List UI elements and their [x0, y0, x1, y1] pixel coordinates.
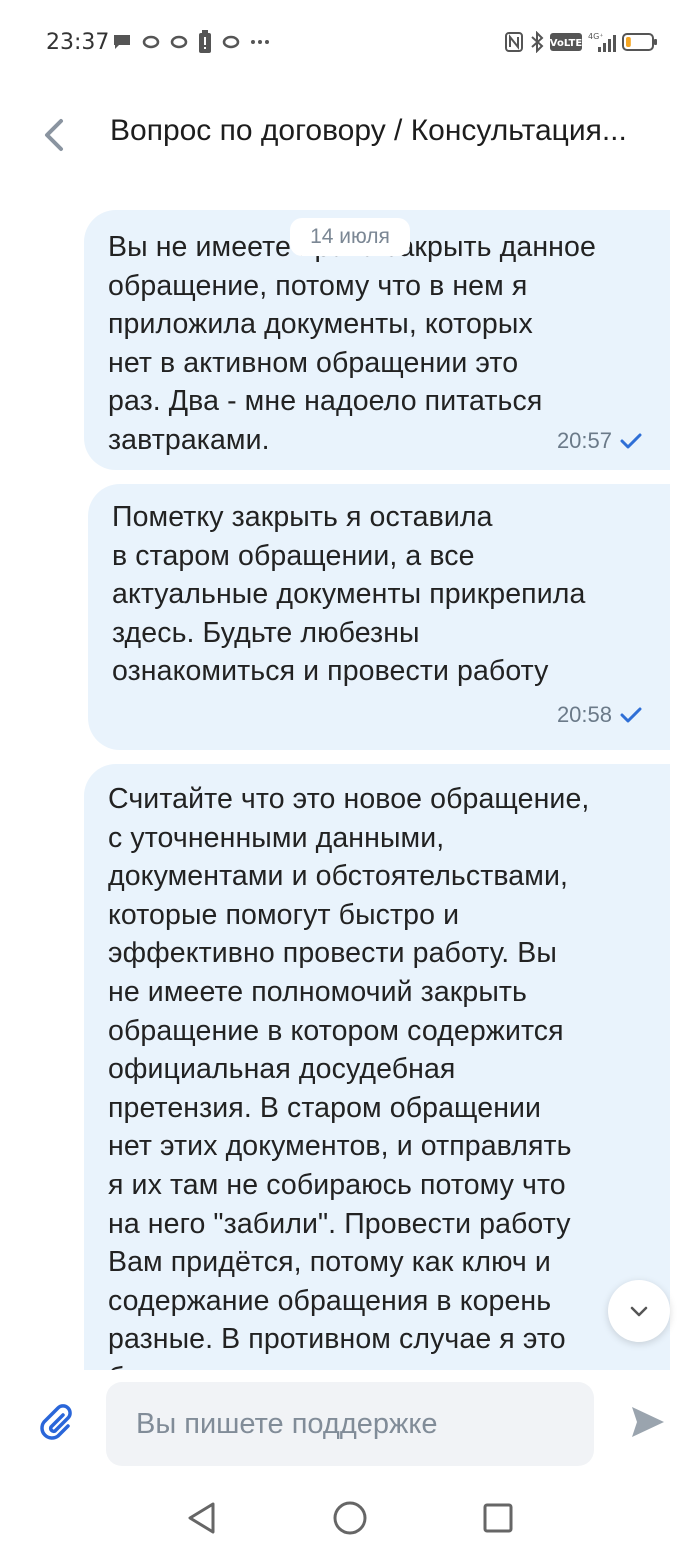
- message-line: претензия. В старом обращении: [108, 1091, 542, 1124]
- message-line: нет в активном обращении это: [108, 346, 519, 379]
- more-dots-icon: [250, 39, 270, 45]
- message-line: содержание обращения в корень: [108, 1284, 552, 1317]
- square-recents-icon: [483, 1503, 513, 1533]
- message-line: ознакомиться и провести работу: [112, 655, 549, 688]
- message-line: актуальные документы прикрепила: [112, 578, 586, 611]
- message-bubble[interactable]: Пометку закрыть я оставила в старом обра…: [88, 484, 670, 750]
- message-text: Считайте что это новое обращение, с уточ…: [108, 780, 589, 1370]
- volte-label: VoLTE: [550, 38, 582, 49]
- message-line: приложила документы, которых: [108, 308, 533, 341]
- message-line: не имеете полномочий закрыть: [108, 975, 527, 1008]
- nav-back-button[interactable]: [178, 1494, 226, 1542]
- nav-home-button[interactable]: [326, 1494, 374, 1542]
- message-line: буду расценивать как намеренное: [108, 1359, 589, 1370]
- notification-icons: [112, 28, 270, 56]
- circle-home-icon: [333, 1501, 367, 1535]
- message-line: обращение, потому что в нем я: [108, 269, 528, 302]
- chevron-left-icon: [45, 119, 63, 151]
- message-line: здесь. Будьте любезны: [112, 616, 420, 649]
- message-composer: [0, 1370, 700, 1480]
- message-bubble[interactable]: Считайте что это новое обращение, с уточ…: [84, 764, 670, 1370]
- message-line: раз. Два - мне надоело питаться: [108, 385, 543, 418]
- battery-icon: [622, 32, 658, 52]
- circle-notification-icon: [222, 35, 240, 49]
- message-line: эффективно провести работу. Вы: [108, 937, 557, 970]
- message-time: 20:58: [556, 702, 612, 727]
- circle-notification-icon: [170, 35, 188, 49]
- chat-bubble-icon: [112, 33, 132, 51]
- chat-messages[interactable]: Вы не имеете права закрыть данное обраще…: [0, 182, 700, 1370]
- paperclip-icon: [40, 1404, 72, 1440]
- message-line: завтраками.: [108, 423, 270, 456]
- message-line: нет этих документов, и отправлять: [108, 1130, 572, 1163]
- message-text: Вы не имеете права закрыть данное обраще…: [108, 228, 596, 460]
- message-line: Считайте что это новое обращение,: [108, 783, 590, 815]
- back-button[interactable]: [30, 110, 80, 160]
- status-bar: 23:37 VoLTE 4G⁺: [0, 0, 700, 86]
- chevron-down-icon: [630, 1306, 648, 1317]
- circle-notification-icon: [142, 35, 160, 49]
- check-icon: [620, 433, 642, 449]
- system-icons: VoLTE 4G⁺: [504, 28, 658, 56]
- message-line: документами и обстоятельствами,: [108, 860, 568, 893]
- signal-icon: 4G⁺: [588, 31, 616, 53]
- attach-button[interactable]: [32, 1398, 80, 1446]
- send-button[interactable]: [624, 1398, 672, 1446]
- message-meta: 20:57: [557, 428, 642, 454]
- message-text: Пометку закрыть я оставила в старом обра…: [112, 498, 585, 691]
- message-time: 20:57: [556, 428, 612, 453]
- message-line: на него "забили". Провести работу: [108, 1207, 571, 1240]
- message-meta: 20:58: [557, 702, 642, 728]
- status-time: 23:37: [46, 30, 110, 55]
- message-line: в старом обращении, а все: [112, 539, 475, 572]
- volte-icon: VoLTE: [550, 32, 582, 52]
- message-input[interactable]: [106, 1382, 594, 1466]
- network-type-label: 4G⁺: [588, 32, 604, 41]
- message-line: с уточненными данными,: [108, 821, 445, 854]
- message-line: обращение в котором содержится: [108, 1014, 564, 1047]
- message-line: Вам придётся, потому как ключ и: [108, 1246, 551, 1279]
- nfc-icon: [504, 31, 524, 53]
- triangle-back-icon: [188, 1502, 215, 1534]
- message-line: разные. В противном случае я это: [108, 1323, 566, 1356]
- battery-alert-icon: [198, 30, 212, 54]
- send-icon: [632, 1407, 664, 1437]
- bluetooth-icon: [530, 31, 544, 53]
- page-title: Вопрос по договору / Консультация...: [110, 114, 627, 147]
- nav-recents-button[interactable]: [474, 1494, 522, 1542]
- message-line: я их там не собираюсь потому что: [108, 1168, 566, 1201]
- check-icon: [620, 707, 642, 723]
- scroll-down-button[interactable]: [608, 1280, 670, 1342]
- chat-header: Вопрос по договору / Консультация...: [0, 86, 700, 182]
- system-navigation-bar: [0, 1480, 700, 1554]
- date-divider: 14 июля: [290, 218, 410, 256]
- message-line: Пометку закрыть я оставила: [112, 501, 493, 533]
- message-line: которые помогут быстро и: [108, 898, 460, 931]
- message-line: официальная досудебная: [108, 1053, 456, 1086]
